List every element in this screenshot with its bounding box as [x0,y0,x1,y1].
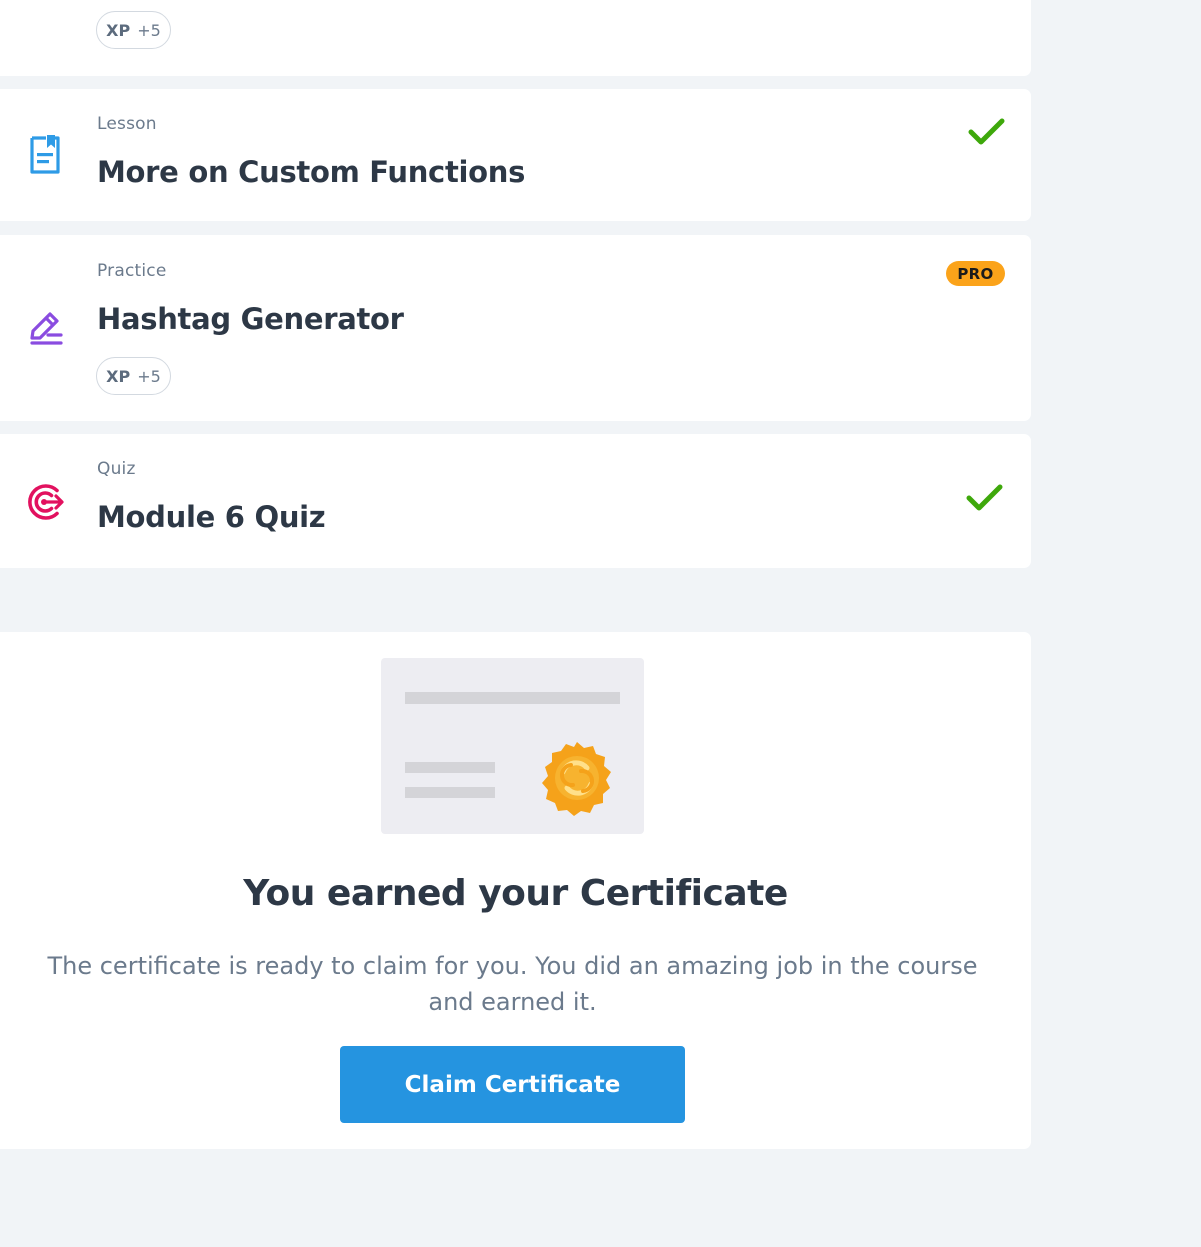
completed-check-icon [968,118,1005,145]
item-card-previous[interactable]: XP +5 [0,0,1031,76]
item-title: More on Custom Functions [97,155,526,189]
item-card-practice[interactable]: Practice Hashtag Generator PRO XP +5 [0,235,1031,421]
xp-value: +5 [137,20,161,40]
claim-certificate-button[interactable]: Claim Certificate [340,1046,685,1123]
item-type-label: Quiz [97,459,136,479]
certificate-illustration [381,658,644,834]
item-card-lesson[interactable]: Lesson More on Custom Functions [0,89,1031,221]
item-card-quiz[interactable]: Quiz Module 6 Quiz [0,434,1031,568]
item-title: Module 6 Quiz [97,500,326,534]
xp-badge: XP +5 [96,357,171,395]
pro-badge: PRO [946,261,1005,286]
seal-icon [542,742,611,816]
lesson-document-icon [24,134,66,176]
xp-value: +5 [137,366,161,386]
xp-label: XP [106,20,131,40]
certificate-card: You earned your Certificate The certific… [0,632,1031,1149]
item-title: Hashtag Generator [97,302,404,336]
target-icon [24,481,66,523]
item-type-label: Practice [97,261,167,281]
certificate-title: You earned your Certificate [243,873,788,914]
item-type-label: Lesson [97,114,157,134]
xp-badge: XP +5 [96,11,171,49]
xp-label: XP [106,366,131,386]
completed-check-icon [966,484,1003,511]
certificate-description: The certificate is ready to claim for yo… [47,952,978,1016]
pencil-edit-icon [24,307,66,349]
